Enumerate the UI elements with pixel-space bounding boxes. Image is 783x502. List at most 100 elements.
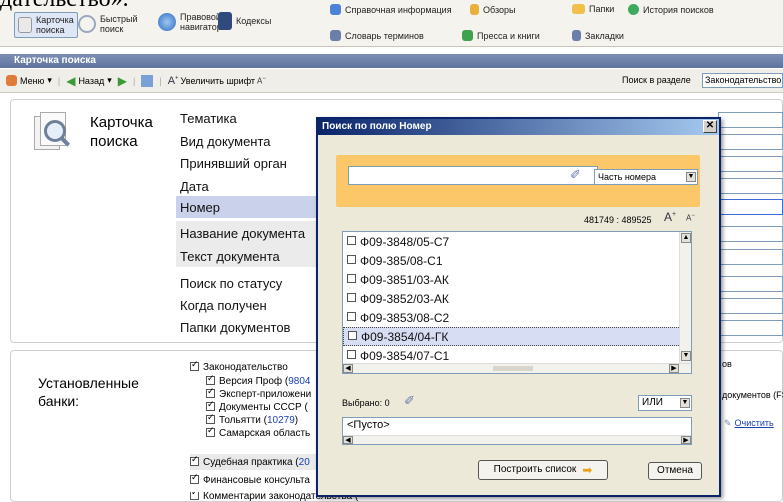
eraser-icon[interactable]: ✐ (404, 393, 415, 409)
arrow-right-icon: ➡ (582, 463, 593, 477)
chevron-down-icon: ▾ (107, 75, 112, 85)
scroll-thumb[interactable] (493, 366, 533, 371)
clear-button[interactable]: ✎ Очистить (724, 418, 774, 429)
scroll-right-icon[interactable]: ▶ (681, 436, 691, 444)
checkbox-icon[interactable] (347, 255, 356, 264)
bank-item[interactable]: Тольятти (10279) (206, 412, 298, 426)
doc-type-input[interactable] (718, 134, 783, 150)
number-input[interactable] (718, 199, 783, 215)
date-input[interactable] (718, 178, 783, 194)
selected-box-scrollbar[interactable]: ◀ ▶ (343, 435, 691, 444)
scroll-down-icon[interactable]: ▼ (681, 351, 691, 361)
scroll-up-icon[interactable]: ▲ (681, 233, 691, 243)
logic-select[interactable]: ИЛИ ▼ (638, 395, 692, 411)
checkbox-icon[interactable] (206, 425, 215, 437)
field-status[interactable]: Поиск по статусу (180, 276, 282, 291)
field-number[interactable]: Номер (180, 200, 220, 215)
scroll-right-icon[interactable]: ▶ (669, 364, 679, 373)
authority-input[interactable] (718, 156, 783, 172)
bank-item[interactable]: Документы СССР ( (206, 399, 308, 413)
reviews-button[interactable]: Обзоры (470, 4, 515, 15)
field-folders[interactable]: Папки документов (180, 320, 290, 335)
enlarge-font-button[interactable]: A+ Увеличить шрифт A− (168, 75, 266, 87)
dialog-title-bar: Поиск по полю Номер ✕ (318, 119, 719, 135)
checkbox-icon[interactable] (347, 350, 356, 359)
font-decrease-icon[interactable]: A− (686, 213, 695, 223)
list-item[interactable]: Ф09-3853/08-С2 (343, 308, 691, 327)
review-icon (470, 4, 479, 15)
glossary-button[interactable]: Словарь терминов (330, 30, 424, 41)
cancel-button[interactable]: Отмена (648, 462, 702, 480)
bookmarks-button[interactable]: Закладки (572, 30, 624, 41)
status-input[interactable] (718, 276, 783, 292)
close-icon[interactable]: ✕ (703, 120, 717, 133)
field-doc-title[interactable]: Название документа (180, 226, 305, 241)
reference-info-button[interactable]: Справочная информация (330, 4, 452, 15)
number-search-input[interactable] (348, 166, 598, 185)
edit-icon[interactable] (141, 74, 154, 87)
chevron-down-icon: ▼ (680, 398, 690, 408)
eraser-icon[interactable]: ✐ (570, 167, 581, 183)
list-item[interactable]: Ф09-385/08-С1 (343, 251, 691, 270)
bank-item[interactable]: Законодательство (190, 359, 288, 373)
search-card-icon (34, 110, 74, 156)
bank-item[interactable]: Судебная практика (20 (190, 454, 310, 468)
field-topic[interactable]: Тематика (180, 111, 237, 126)
received-input[interactable] (718, 298, 783, 314)
documents-count-label: документов (FS (722, 390, 783, 400)
field-authority[interactable]: Принявший орган (180, 156, 287, 171)
checkbox-icon[interactable] (347, 293, 356, 302)
checkbox-icon[interactable] (347, 274, 356, 283)
checkbox-icon[interactable] (190, 472, 199, 484)
back-button[interactable]: ◀ Назад ▾ (66, 74, 112, 88)
section-select[interactable]: Законодательство (702, 73, 783, 88)
scroll-left-icon[interactable]: ◀ (343, 364, 353, 373)
bank-item[interactable]: Версия Проф (9804 (206, 373, 310, 387)
folders-input[interactable] (718, 320, 783, 336)
build-list-button[interactable]: Построить список ➡ (478, 460, 608, 480)
checkbox-icon[interactable] (190, 492, 199, 500)
list-horizontal-scrollbar[interactable]: ◀ ▶ (343, 363, 691, 373)
checkbox-icon[interactable] (206, 412, 215, 424)
list-vertical-scrollbar[interactable]: ▲ ▼ (679, 232, 691, 373)
legal-navigator-button[interactable]: Правовой навигатор (158, 12, 222, 32)
bank-item[interactable]: Эксперт-приложени (206, 386, 311, 400)
field-doc-text[interactable]: Текст документа (180, 249, 280, 264)
scroll-left-icon[interactable]: ◀ (343, 436, 353, 444)
list-item[interactable]: Ф09-3848/05-С7 (343, 232, 691, 251)
list-item-selected[interactable]: Ф09-3854/04-ГК (343, 327, 681, 346)
banks-right-label: ов (722, 359, 732, 369)
folders-button[interactable]: Папки (572, 4, 614, 14)
menu-button[interactable]: Меню ▾ (6, 75, 52, 86)
font-increase-icon[interactable]: A+ (664, 210, 676, 224)
font-decrease-icon[interactable]: A− (257, 76, 266, 86)
list-item[interactable]: Ф09-3852/03-АК (343, 289, 691, 308)
topic-input[interactable] (718, 112, 783, 128)
checkbox-icon[interactable] (190, 359, 199, 371)
card-search-button[interactable]: Карточка поиска (14, 12, 78, 38)
checkbox-icon[interactable] (347, 312, 356, 321)
search-history-button[interactable]: История поисков (628, 4, 714, 15)
quick-search-button[interactable]: Быстрый поиск (78, 14, 138, 34)
codes-button[interactable]: Кодексы (218, 12, 271, 30)
checkbox-icon[interactable] (347, 236, 356, 245)
forward-button[interactable]: ▶ (118, 74, 127, 88)
bank-item[interactable]: Самарская область (206, 425, 310, 439)
selected-items-box[interactable]: <Пусто> ◀ ▶ (342, 417, 692, 445)
doc-text-input[interactable] (718, 249, 783, 265)
press-books-button[interactable]: Пресса и книги (462, 30, 540, 41)
checkbox-icon[interactable] (206, 386, 215, 398)
magnifier-icon (78, 15, 96, 33)
match-mode-select[interactable]: Часть номера ▼ (594, 169, 698, 185)
checkbox-icon[interactable] (190, 454, 199, 466)
checkbox-icon[interactable] (348, 331, 357, 340)
checkbox-icon[interactable] (206, 373, 215, 385)
field-received[interactable]: Когда получен (180, 298, 267, 313)
list-item[interactable]: Ф09-3851/03-АК (343, 270, 691, 289)
checkbox-icon[interactable] (206, 399, 215, 411)
field-date[interactable]: Дата (180, 179, 209, 194)
field-doc-type[interactable]: Вид документа (180, 134, 271, 149)
doc-title-input[interactable] (718, 226, 783, 242)
bank-item[interactable]: Финансовые консульта (190, 472, 310, 486)
arrow-left-icon: ◀ (66, 73, 76, 88)
